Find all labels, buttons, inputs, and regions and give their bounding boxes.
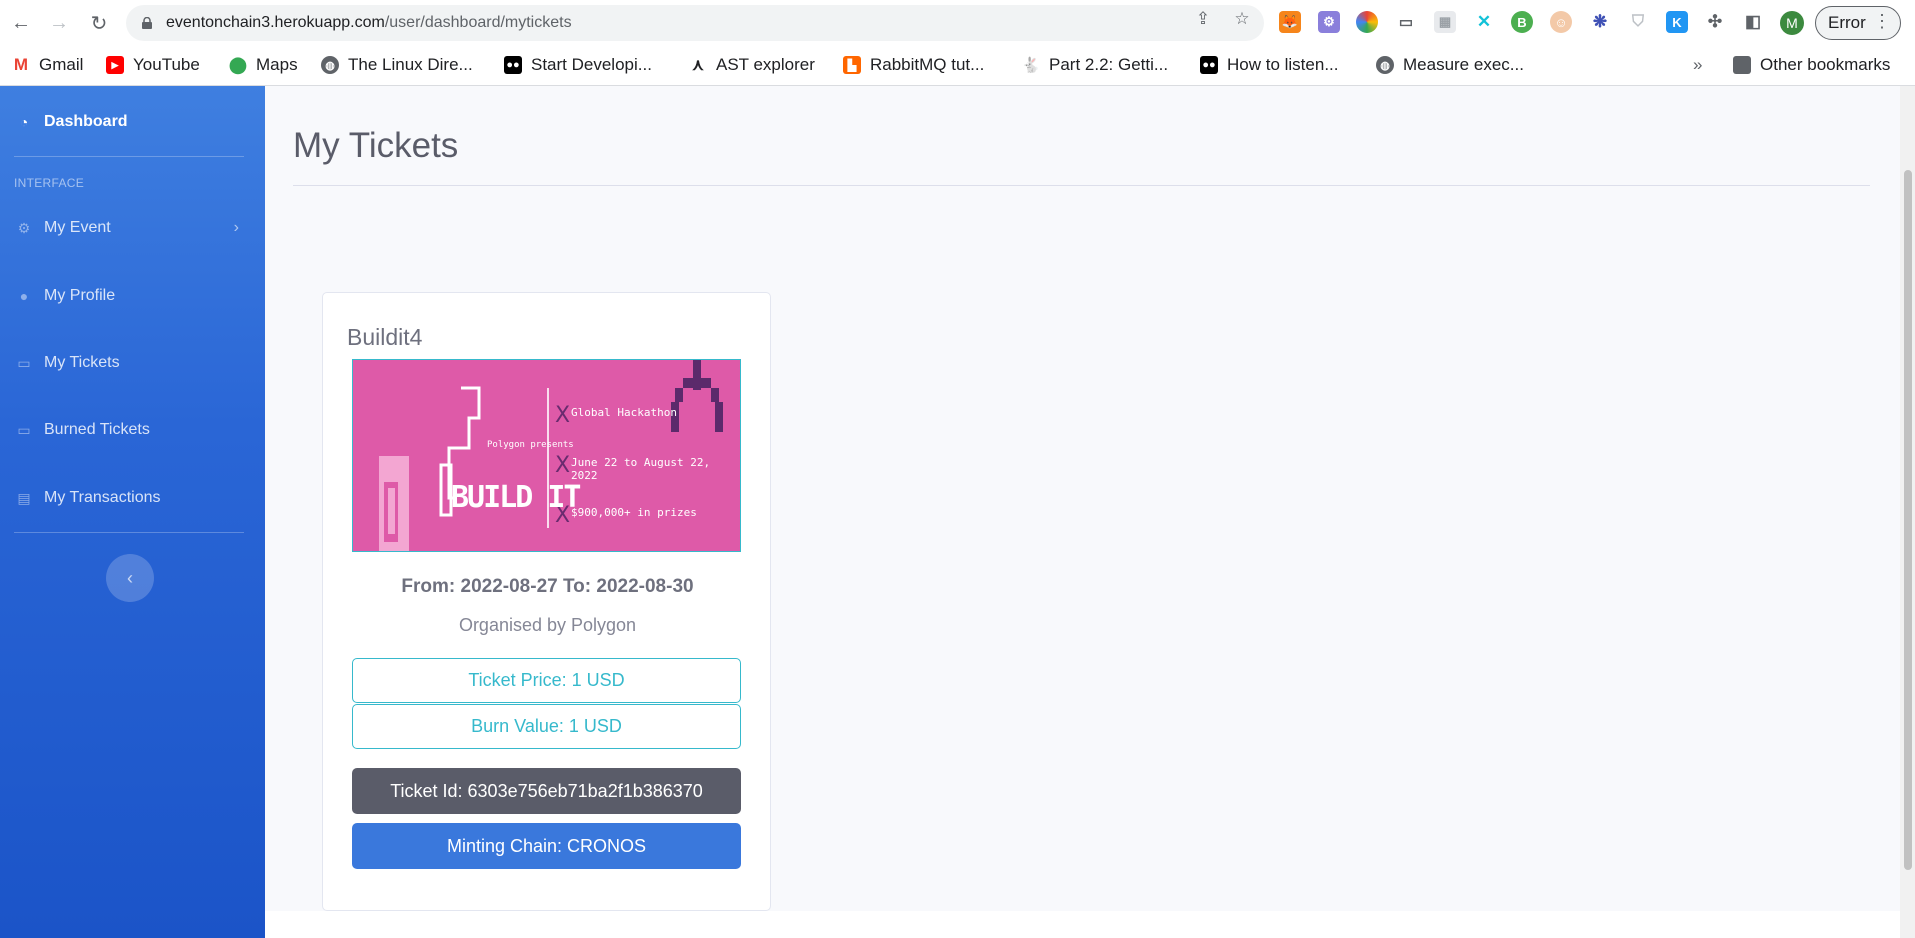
medium-icon: ●● (1200, 56, 1218, 74)
sidebar-item-my-transactions[interactable]: ▤ My Transactions (0, 478, 265, 518)
globe-icon: ◍ (1376, 56, 1394, 74)
globe-icon: ◍ (321, 56, 339, 74)
gmail-icon: M (12, 55, 30, 74)
bookmark-rabbitmq[interactable]: ▙ RabbitMQ tut... (843, 52, 984, 78)
banner-line-3: $900,000+ in prizes (571, 506, 697, 519)
svg-text:X: X (555, 453, 570, 478)
url-text: eventonchain3.herokuapp.com/user/dashboa… (166, 14, 572, 31)
event-name: Buildit4 (347, 324, 423, 350)
banner-logo-text: BUILD IT (451, 480, 581, 515)
youtube-icon: ▶ (106, 56, 124, 74)
bookmark-star-icon[interactable]: ☆ (1231, 8, 1253, 30)
sidebar-toggle-button[interactable]: ‹ (106, 554, 154, 602)
ast-icon: ⋏ (689, 56, 707, 74)
sidebar-divider (14, 156, 244, 157)
banner-line-2: June 22 to August 22, 2022 (571, 456, 711, 482)
svg-text:X: X (555, 403, 570, 428)
extension-icon[interactable]: ▦ (1434, 11, 1456, 33)
bookmark-start-developing[interactable]: ●● Start Developi... (504, 52, 652, 78)
page-scrollbar[interactable] (1900, 86, 1915, 938)
event-dates: From: 2022-08-27 To: 2022-08-30 (401, 576, 694, 597)
ticket-id-button[interactable]: Ticket Id: 6303e756eb71ba2f1b386370 (352, 768, 741, 814)
main-content: My Tickets Buildit4 X X X Polygon presen… (265, 86, 1900, 911)
sidebar-item-my-event[interactable]: ⚙ My Event › (0, 208, 265, 248)
sidebar-item-my-profile[interactable]: ● My Profile (0, 276, 265, 316)
event-banner-image: X X X Polygon presents BUILD IT Global H… (352, 359, 741, 552)
sidebar-item-dashboard[interactable]: ◔ Dashboard (0, 102, 265, 142)
chevron-left-icon: ‹ (127, 567, 133, 588)
avatar-extension-icon[interactable]: ☺ (1550, 11, 1572, 33)
footer-strip (265, 911, 1900, 938)
tachometer-icon: ◔ (19, 114, 29, 130)
user-icon: ● (19, 288, 29, 304)
reload-icon[interactable]: ↻ (85, 9, 113, 37)
ticket-card: Buildit4 X X X Polygon presents BUILD IT… (322, 292, 771, 911)
k-extension-icon[interactable]: K (1666, 11, 1688, 33)
scrollbar-thumb[interactable] (1904, 170, 1912, 870)
bookmark-youtube[interactable]: ▶ YouTube (106, 52, 200, 78)
page-title: My Tickets (293, 126, 459, 165)
medium-icon: ●● (504, 56, 522, 74)
metamask-icon[interactable]: 🦊 (1279, 11, 1301, 33)
sidebar-item-my-tickets[interactable]: ▭ My Tickets (0, 343, 265, 383)
sidebar-heading: INTERFACE (14, 176, 85, 190)
receipt-icon: ▤ (17, 489, 31, 506)
bookmark-gmail[interactable]: M Gmail (12, 52, 83, 78)
profile-avatar[interactable]: M (1780, 11, 1804, 35)
other-bookmarks-folder[interactable]: Other bookmarks (1733, 52, 1890, 78)
ticket-price-button[interactable]: Ticket Price: 1 USD (352, 658, 741, 703)
rabbit-icon: 🐇 (1021, 56, 1041, 74)
sidebar-divider (14, 532, 244, 533)
forward-arrow-icon[interactable]: → (45, 9, 73, 37)
title-divider (293, 185, 1870, 186)
extension-icon[interactable]: ⚙ (1318, 11, 1340, 33)
ticket-icon: ▭ (17, 421, 31, 438)
sidebar-item-burned-tickets[interactable]: ▭ Burned Tickets (0, 410, 265, 450)
sidebar: ◔ Dashboard INTERFACE ⚙ My Event › ● My … (0, 86, 265, 938)
bookmarks-overflow-button[interactable]: » (1693, 52, 1702, 78)
error-button[interactable]: Error ⋮ (1815, 6, 1901, 40)
ticket-icon: ▭ (17, 354, 31, 371)
chevron-right-icon: › (233, 219, 239, 236)
lock-icon (142, 17, 152, 29)
maps-icon: ⬤ (229, 56, 247, 74)
x-extension-icon[interactable]: ✕ (1473, 11, 1495, 33)
b-extension-icon[interactable]: B (1511, 11, 1533, 33)
banner-logo-subtitle: Polygon presents (487, 440, 574, 450)
kebab-menu-icon[interactable]: ⋮ (1873, 11, 1891, 32)
share-icon[interactable]: ⇪ (1192, 8, 1214, 30)
laptop-icon[interactable]: ▭ (1395, 11, 1417, 33)
bookmark-maps[interactable]: ⬤ Maps (229, 52, 298, 78)
event-organiser: Organised by Polygon (458, 615, 637, 635)
back-arrow-icon[interactable]: ← (7, 9, 35, 37)
minting-chain-button[interactable]: Minting Chain: CRONOS (352, 823, 741, 869)
cog-icon: ⚙ (17, 219, 31, 236)
banner-line-1: Global Hackathon (571, 406, 677, 419)
bookmark-measure-exec[interactable]: ◍ Measure exec... (1376, 52, 1524, 78)
bookmark-ast-explorer[interactable]: ⋏ AST explorer (689, 52, 815, 78)
bookmark-how-to-listen[interactable]: ●● How to listen... (1200, 52, 1339, 78)
bookmark-linux[interactable]: ◍ The Linux Dire... (321, 52, 473, 78)
side-panel-icon[interactable]: ◧ (1742, 11, 1764, 33)
snowflake-icon[interactable]: ❋ (1589, 11, 1611, 33)
burn-value-button[interactable]: Burn Value: 1 USD (352, 704, 741, 749)
shield-icon[interactable]: ⛉ (1627, 11, 1649, 33)
address-bar[interactable]: eventonchain3.herokuapp.com/user/dashboa… (126, 5, 1264, 41)
puzzle-icon[interactable]: ✣ (1704, 11, 1726, 33)
color-picker-icon[interactable] (1356, 11, 1378, 33)
browser-toolbar: ← → ↻ eventonchain3.herokuapp.com/user/d… (0, 0, 1915, 46)
bookmark-part-2-2[interactable]: 🐇 Part 2.2: Getti... (1022, 52, 1168, 78)
folder-icon (1733, 56, 1751, 74)
bookmarks-bar: M Gmail ▶ YouTube ⬤ Maps ◍ The Linux Dire...… (0, 46, 1915, 86)
rabbitmq-icon: ▙ (843, 56, 861, 74)
